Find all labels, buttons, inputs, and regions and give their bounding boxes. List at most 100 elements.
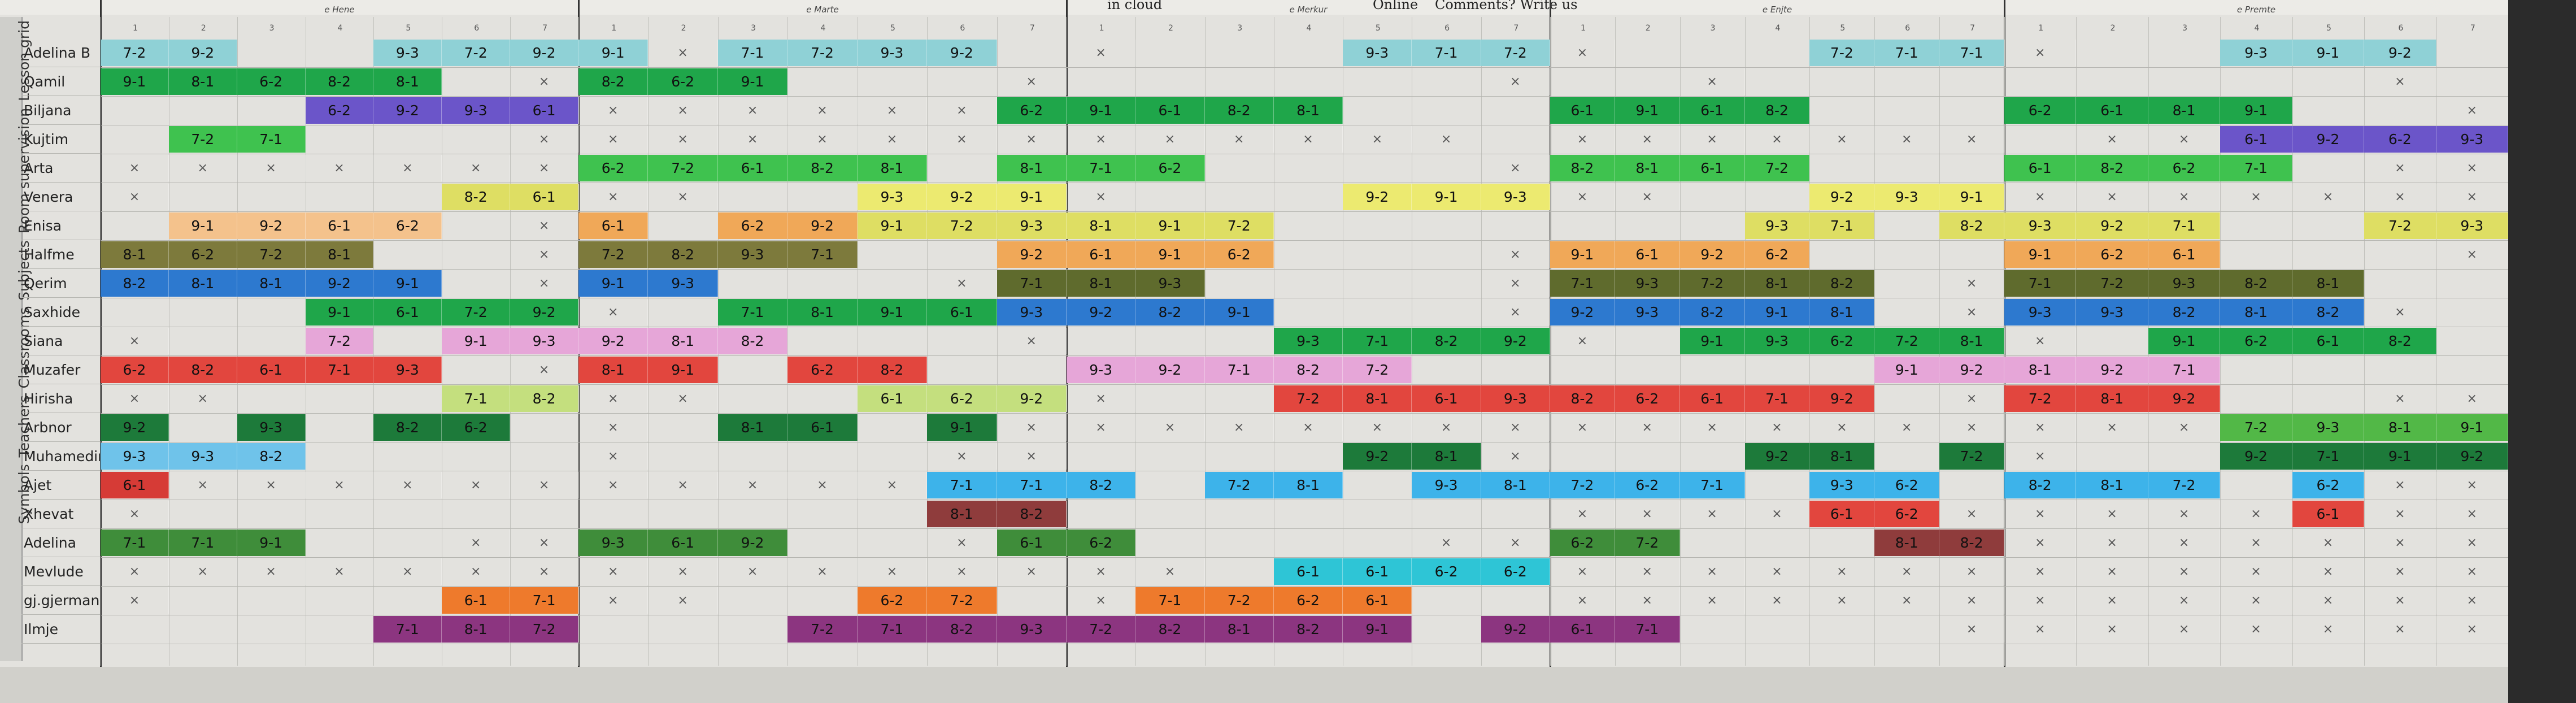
- lesson-card[interactable]: 9-2: [1809, 385, 1875, 412]
- blocked-slot[interactable]: ×: [1939, 587, 2004, 614]
- blocked-slot[interactable]: ×: [648, 126, 718, 153]
- blocked-slot[interactable]: ×: [2148, 530, 2221, 556]
- lesson-card[interactable]: 9-3: [2148, 270, 2221, 297]
- blocked-slot[interactable]: ×: [1550, 328, 1615, 354]
- lesson-card[interactable]: 7-1: [510, 587, 578, 614]
- lesson-card[interactable]: 9-3: [648, 270, 718, 297]
- lesson-card[interactable]: 8-2: [1135, 616, 1205, 643]
- teacher-name[interactable]: Siana: [21, 327, 101, 355]
- lesson-card[interactable]: 7-2: [1809, 40, 1875, 66]
- lesson-card[interactable]: 7-2: [2148, 472, 2221, 498]
- lesson-card[interactable]: 7-1: [1550, 270, 1615, 297]
- teacher-name[interactable]: Venera: [21, 183, 101, 211]
- blocked-slot[interactable]: ×: [2148, 587, 2221, 614]
- blocked-slot[interactable]: ×: [578, 385, 649, 412]
- lesson-card[interactable]: 9-2: [2220, 443, 2292, 470]
- blocked-slot[interactable]: ×: [2436, 530, 2508, 556]
- lesson-card[interactable]: 9-2: [2148, 385, 2221, 412]
- blocked-slot[interactable]: ×: [510, 270, 578, 297]
- lesson-card[interactable]: 8-2: [510, 385, 578, 412]
- blocked-slot[interactable]: ×: [648, 40, 718, 66]
- lesson-card[interactable]: 6-2: [1412, 558, 1481, 585]
- lesson-card[interactable]: 6-1: [1550, 616, 1615, 643]
- blocked-slot[interactable]: ×: [2364, 184, 2436, 210]
- blocked-slot[interactable]: ×: [1874, 126, 1940, 153]
- blocked-slot[interactable]: ×: [306, 155, 374, 181]
- lesson-card[interactable]: 8-1: [1204, 616, 1274, 643]
- lesson-card[interactable]: 9-3: [2292, 414, 2365, 441]
- blocked-slot[interactable]: ×: [2436, 472, 2508, 498]
- lesson-card[interactable]: 7-1: [101, 530, 169, 556]
- lesson-card[interactable]: 7-1: [1939, 40, 2004, 66]
- blocked-slot[interactable]: ×: [578, 299, 649, 326]
- blocked-slot[interactable]: ×: [648, 472, 718, 498]
- lesson-card[interactable]: 8-1: [578, 357, 649, 383]
- lesson-card[interactable]: 9-2: [510, 40, 578, 66]
- lesson-card[interactable]: 8-1: [1874, 530, 1940, 556]
- lesson-card[interactable]: 9-3: [373, 40, 442, 66]
- lesson-card[interactable]: 7-1: [927, 472, 997, 498]
- lesson-card[interactable]: 7-2: [1343, 357, 1412, 383]
- blocked-slot[interactable]: ×: [787, 472, 858, 498]
- lesson-card[interactable]: 9-1: [857, 299, 928, 326]
- lesson-card[interactable]: 7-2: [927, 587, 997, 614]
- lesson-card[interactable]: 6-1: [717, 155, 788, 181]
- lesson-card[interactable]: 7-1: [237, 126, 306, 153]
- lesson-card[interactable]: 6-2: [1615, 472, 1680, 498]
- lesson-card[interactable]: 8-2: [305, 68, 374, 95]
- lesson-card[interactable]: 6-1: [1412, 385, 1481, 412]
- blocked-slot[interactable]: ×: [2004, 443, 2077, 470]
- lesson-card[interactable]: 8-1: [305, 241, 374, 268]
- blocked-slot[interactable]: ×: [1550, 558, 1615, 585]
- blocked-slot[interactable]: ×: [373, 155, 442, 181]
- lesson-card[interactable]: 9-1: [997, 184, 1067, 210]
- lesson-card[interactable]: 6-1: [2076, 97, 2148, 124]
- blocked-slot[interactable]: ×: [927, 270, 997, 297]
- lesson-card[interactable]: 8-1: [168, 270, 237, 297]
- teacher-name[interactable]: Arbnor: [21, 413, 101, 442]
- blocked-slot[interactable]: ×: [1481, 270, 1550, 297]
- lesson-card[interactable]: 8-2: [442, 184, 511, 210]
- lesson-card[interactable]: 7-2: [1067, 616, 1136, 643]
- lesson-card[interactable]: 7-2: [1679, 270, 1745, 297]
- lesson-card[interactable]: 8-2: [1273, 616, 1343, 643]
- teacher-name[interactable]: Qerim: [21, 269, 101, 298]
- teacher-name[interactable]: Xhevat: [21, 500, 101, 528]
- lesson-card[interactable]: 9-3: [717, 241, 788, 268]
- lesson-card[interactable]: 7-2: [2004, 385, 2077, 412]
- blocked-slot[interactable]: ×: [1135, 558, 1205, 585]
- lesson-card[interactable]: 8-1: [2148, 97, 2221, 124]
- lesson-card[interactable]: 9-3: [510, 328, 578, 354]
- blocked-slot[interactable]: ×: [1412, 414, 1481, 441]
- lesson-card[interactable]: 8-1: [2076, 472, 2148, 498]
- lesson-card[interactable]: 9-1: [1679, 328, 1745, 354]
- lesson-card[interactable]: 9-1: [1135, 241, 1205, 268]
- lesson-card[interactable]: 9-3: [1135, 270, 1205, 297]
- lesson-card[interactable]: 8-2: [1744, 97, 1810, 124]
- lesson-card[interactable]: 9-2: [510, 299, 578, 326]
- blocked-slot[interactable]: ×: [1680, 501, 1745, 527]
- lesson-card[interactable]: 9-2: [2076, 212, 2148, 239]
- blocked-slot[interactable]: ×: [2076, 414, 2148, 441]
- blocked-slot[interactable]: ×: [2004, 530, 2077, 556]
- lesson-card[interactable]: 6-1: [373, 299, 442, 326]
- blocked-slot[interactable]: ×: [2148, 501, 2221, 527]
- lesson-card[interactable]: 9-2: [1343, 184, 1412, 210]
- blocked-slot[interactable]: ×: [2292, 616, 2365, 643]
- blocked-slot[interactable]: ×: [2436, 385, 2508, 412]
- lesson-card[interactable]: 9-3: [997, 212, 1067, 239]
- lesson-card[interactable]: 8-2: [2004, 472, 2077, 498]
- lesson-card[interactable]: 7-1: [1744, 385, 1810, 412]
- lesson-card[interactable]: 8-2: [101, 270, 169, 297]
- blocked-slot[interactable]: ×: [1343, 126, 1412, 153]
- lesson-card[interactable]: 9-1: [101, 68, 169, 95]
- blocked-slot[interactable]: ×: [1939, 616, 2004, 643]
- lesson-card[interactable]: 8-1: [648, 328, 718, 354]
- blocked-slot[interactable]: ×: [927, 126, 997, 153]
- lesson-card[interactable]: 6-2: [1481, 558, 1550, 585]
- lesson-card[interactable]: 6-1: [578, 212, 649, 239]
- lesson-card[interactable]: 6-1: [787, 414, 858, 441]
- lesson-card[interactable]: 9-2: [578, 328, 649, 354]
- lesson-card[interactable]: 6-1: [1679, 385, 1745, 412]
- lesson-card[interactable]: 7-2: [1615, 530, 1680, 556]
